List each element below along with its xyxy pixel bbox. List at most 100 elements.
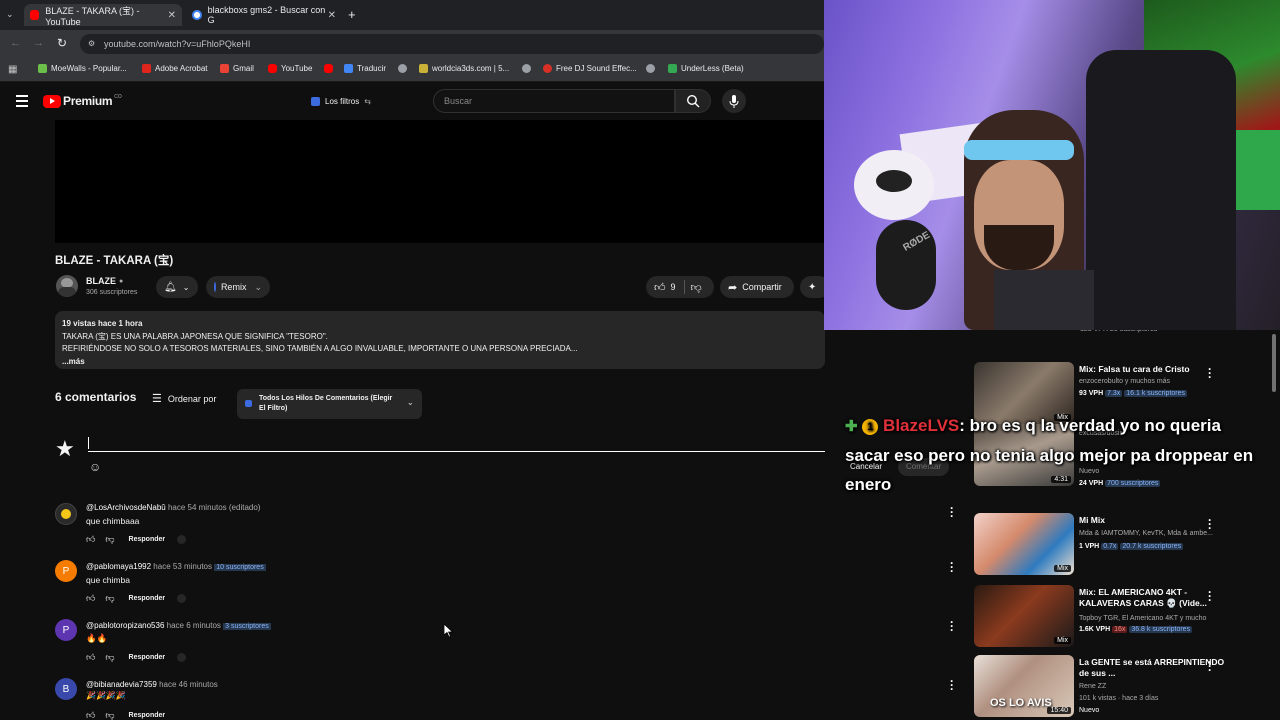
commenter-avatar[interactable] bbox=[55, 503, 77, 525]
remix-button[interactable]: Remix ⌄ bbox=[206, 276, 270, 298]
bookmark-underless[interactable]: UnderLess (Beta) bbox=[668, 64, 744, 73]
reply-button[interactable]: Responder bbox=[129, 654, 166, 661]
like-icon[interactable]: 👍︎ bbox=[86, 593, 95, 604]
comment-menu-icon[interactable]: · · · bbox=[948, 557, 956, 577]
bookmark-youtube[interactable]: YouTube bbox=[268, 64, 312, 73]
notification-bell-button[interactable]: 🔔︎ ⌄ bbox=[156, 276, 198, 298]
video-menu-icon[interactable]: · · · bbox=[1206, 363, 1214, 383]
close-tab-icon[interactable]: ✕ bbox=[168, 10, 176, 21]
close-tab-icon[interactable]: ✕ bbox=[328, 10, 336, 21]
comment-menu-icon[interactable]: · · · bbox=[948, 675, 956, 695]
video-channel: Mda & IAMTOMMY, KevTK, Mda & ambe... bbox=[1079, 530, 1213, 537]
emoji-picker-icon[interactable]: ☺ bbox=[89, 460, 101, 474]
filter-settings-icon: ⇆ bbox=[364, 96, 371, 106]
description-line-1: TAKARA (宝) ES UNA PALABRA JAPONESA QUE S… bbox=[62, 331, 328, 341]
bookmark-globe[interactable] bbox=[398, 64, 411, 73]
dislike-icon[interactable]: 👎︎ bbox=[105, 710, 114, 720]
apps-grid-icon[interactable]: ▦ bbox=[8, 64, 17, 75]
tab-youtube[interactable]: BLAZE - TAKARA (宝) - YouTube ✕ bbox=[24, 4, 182, 27]
commenter-avatar[interactable]: P bbox=[55, 619, 77, 641]
bookmark-free-dj-sound[interactable]: Free DJ Sound Effec... bbox=[543, 64, 637, 73]
video-description[interactable]: 19 vistas hace 1 hora TAKARA (宝) ES UNA … bbox=[55, 311, 825, 369]
video-stats: 101 k vistas · hace 3 días bbox=[1079, 695, 1159, 702]
dislike-icon[interactable]: 👎︎ bbox=[105, 652, 114, 663]
comment-author[interactable]: @bibianadevia7359 bbox=[86, 680, 157, 689]
dislike-icon[interactable]: 👎︎ bbox=[105, 534, 114, 545]
video-thumbnail[interactable]: Mix bbox=[974, 513, 1074, 575]
bookmark-globe-3[interactable] bbox=[646, 64, 659, 73]
bookmark-worldcia3ds[interactable]: worldcia3ds.com | 5... bbox=[419, 64, 509, 73]
reply-button[interactable]: Responder bbox=[129, 712, 166, 719]
youtube-premium-logo[interactable]: Premium CO bbox=[43, 94, 122, 108]
bookmark-youtube-2[interactable] bbox=[324, 64, 337, 73]
video-menu-icon[interactable]: · · · bbox=[1206, 656, 1214, 676]
microphone-icon bbox=[729, 94, 739, 108]
logo-text: Premium bbox=[63, 94, 113, 108]
gmail-icon bbox=[220, 64, 229, 73]
search-button[interactable] bbox=[675, 89, 711, 113]
like-icon[interactable]: 👍︎ bbox=[86, 534, 95, 545]
new-tab-button[interactable]: + bbox=[348, 7, 356, 22]
address-bar[interactable]: ⚙ youtube.com/watch?v=uFhloPQkeHI bbox=[80, 34, 824, 54]
commenter-avatar[interactable]: B bbox=[55, 678, 77, 700]
channel-name[interactable]: BLAZE ● bbox=[86, 276, 123, 286]
tab-google[interactable]: blackboxs gms2 - Buscar con G ✕ bbox=[186, 4, 342, 26]
streamer-headband bbox=[964, 140, 1074, 160]
site-info-icon[interactable]: ⚙ bbox=[88, 39, 95, 48]
comment-author[interactable]: @pablomaya1992 bbox=[86, 562, 151, 571]
dislike-icon[interactable]: 👎︎ bbox=[691, 281, 702, 294]
like-icon[interactable]: 👍︎ bbox=[86, 652, 95, 663]
sort-by-button[interactable]: ☰ Ordenar por bbox=[152, 392, 216, 405]
bookmark-adobe-acrobat[interactable]: Adobe Acrobat bbox=[142, 64, 207, 73]
video-menu-icon[interactable]: · · · bbox=[1206, 514, 1214, 534]
webcam-overlay: RØDE bbox=[824, 0, 1280, 330]
show-more-link[interactable]: ...más bbox=[62, 356, 818, 369]
video-thumbnail[interactable]: Mix bbox=[974, 585, 1074, 647]
description-line-2: REFIRIÉNDOSE NO SOLO A TESOROS MATERIALE… bbox=[62, 344, 578, 353]
forward-arrow-icon[interactable]: → bbox=[33, 37, 44, 49]
comment-menu-icon[interactable]: · · · bbox=[948, 616, 956, 636]
globe-icon bbox=[522, 64, 531, 73]
channel-avatar[interactable] bbox=[56, 275, 78, 297]
comment-text: que chimba bbox=[86, 575, 130, 585]
subscriber-count: 306 suscriptores bbox=[86, 289, 138, 296]
filters-chip[interactable]: Los filtros ⇆ bbox=[311, 92, 371, 110]
bookmark-traducir[interactable]: Traducir bbox=[344, 64, 386, 73]
commenter-avatar[interactable]: P bbox=[55, 560, 77, 582]
tab-title: BLAZE - TAKARA (宝) - YouTube bbox=[45, 5, 140, 27]
dislike-icon[interactable]: 👎︎ bbox=[105, 593, 114, 604]
search-input[interactable]: Buscar bbox=[433, 89, 675, 113]
video-player[interactable] bbox=[55, 120, 825, 243]
comment-actions: 👍︎ 👎︎ Responder bbox=[86, 534, 187, 545]
bookmark-gmail[interactable]: Gmail bbox=[220, 64, 254, 73]
like-icon[interactable]: 👍︎ bbox=[86, 710, 95, 720]
comment-meta: @pablomaya1992 hace 53 minutos 10 suscri… bbox=[86, 562, 266, 571]
video-title: BLAZE - TAKARA (宝) bbox=[55, 255, 174, 267]
tab-list-chevron-icon[interactable]: ⌄ bbox=[6, 9, 14, 20]
comment-menu-icon[interactable]: · · · bbox=[948, 502, 956, 522]
video-thumbnail[interactable]: OS LO AVIS 15:40 bbox=[974, 655, 1074, 717]
like-icon[interactable]: 👍︎ bbox=[654, 281, 666, 294]
comment-time: hace 54 minutos (editado) bbox=[167, 503, 261, 512]
sort-icon: ☰ bbox=[152, 393, 162, 405]
voice-search-button[interactable] bbox=[722, 89, 746, 113]
recommended-video[interactable]: OS LO AVIS 15:40 La GENTE se está ARREPI… bbox=[974, 655, 1274, 720]
comment-author[interactable]: @pablotoropizano536 bbox=[86, 621, 164, 630]
comment-actions: 👍︎ 👎︎ Responder bbox=[86, 593, 187, 604]
reload-icon[interactable]: ↻ bbox=[57, 36, 67, 50]
comment-author[interactable]: @LosArchivosdeNabû bbox=[86, 503, 166, 512]
recommended-video[interactable]: Mix Mi Mix Mda & IAMTOMMY, KevTK, Mda & … bbox=[974, 513, 1274, 577]
reply-button[interactable]: Responder bbox=[129, 595, 166, 602]
comment-thread-filter[interactable]: Todos Los Hilos De Comentarios (Elegir E… bbox=[237, 389, 422, 419]
back-arrow-icon[interactable]: ← bbox=[10, 37, 21, 49]
comment-text: 🔥🔥 bbox=[86, 633, 108, 643]
share-button[interactable]: ➦ Compartir bbox=[720, 276, 794, 298]
bookmark-globe-2[interactable] bbox=[522, 64, 535, 73]
reply-button[interactable]: Responder bbox=[129, 536, 166, 543]
bookmark-moewalls[interactable]: MoeWalls - Popular... bbox=[38, 64, 127, 73]
comment-input-underline[interactable] bbox=[88, 451, 825, 452]
video-channel: Topboy TGR, El Americano 4KT y mucho bbox=[1079, 615, 1207, 622]
recommended-video[interactable]: Mix Mix: EL AMERICANO 4KT - KALAVERAS CA… bbox=[974, 585, 1274, 649]
video-menu-icon[interactable]: · · · bbox=[1206, 586, 1214, 606]
hamburger-menu-icon[interactable] bbox=[16, 95, 28, 107]
